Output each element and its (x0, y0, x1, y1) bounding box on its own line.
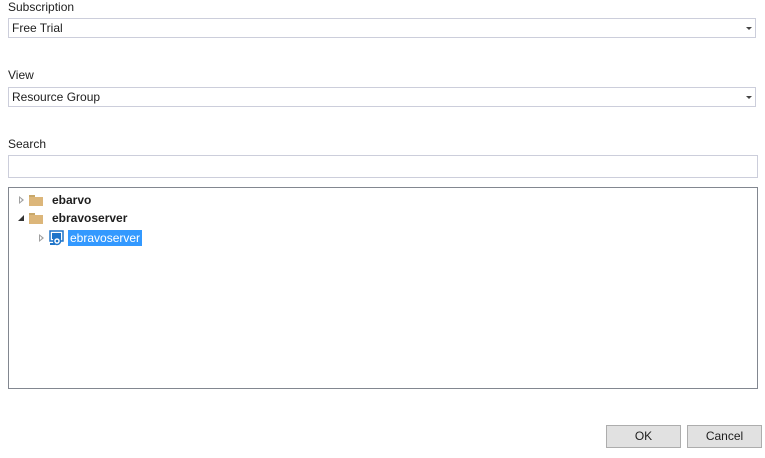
tree-node-ebravoserver-server[interactable]: ebravoserver (37, 229, 143, 247)
tree-node-label: ebarvo (52, 193, 92, 207)
resource-tree[interactable]: ebarvo ebravoserver ebravoserver (8, 187, 758, 389)
subscription-selected-value: Free Trial (12, 21, 63, 35)
sql-server-icon (49, 230, 65, 246)
view-dropdown[interactable]: Resource Group (8, 87, 756, 107)
folder-icon (29, 194, 43, 206)
subscription-label: Subscription (8, 0, 75, 14)
view-selected-value: Resource Group (12, 90, 101, 104)
tree-node-ebravoserver-group[interactable]: ebravoserver (17, 209, 129, 227)
collapse-arrow-icon[interactable] (17, 209, 27, 227)
tree-node-label: ebravoserver (68, 230, 143, 246)
expand-arrow-icon[interactable] (37, 229, 47, 247)
tree-node-label: ebravoserver (52, 211, 128, 225)
search-input[interactable] (8, 155, 758, 178)
tree-node-ebarvo[interactable]: ebarvo (17, 191, 93, 209)
chevron-down-icon (746, 96, 752, 99)
ok-button[interactable]: OK (606, 425, 681, 448)
chevron-down-icon (746, 27, 752, 30)
cancel-button[interactable]: Cancel (687, 425, 762, 448)
view-label: View (8, 68, 34, 82)
subscription-dropdown[interactable]: Free Trial (8, 18, 756, 38)
expand-arrow-icon[interactable] (17, 191, 27, 209)
search-label: Search (8, 137, 47, 151)
folder-icon (29, 212, 43, 224)
